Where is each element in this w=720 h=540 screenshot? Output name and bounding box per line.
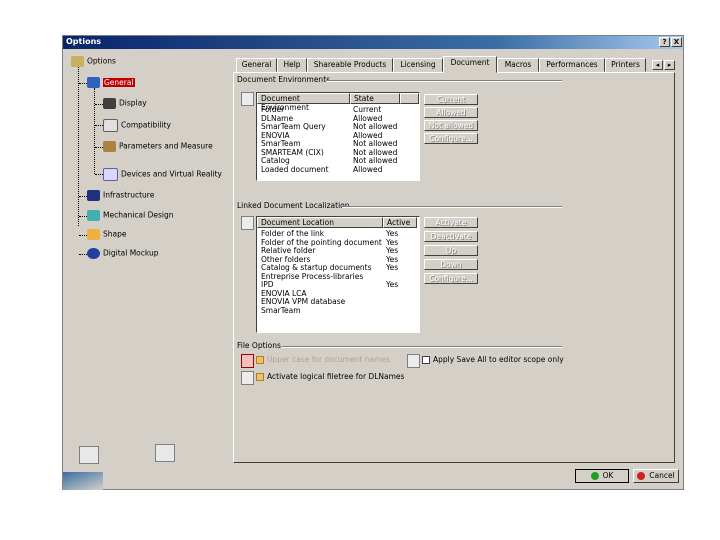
filetree-lock-icon[interactable] [241, 371, 254, 385]
options-icon [71, 56, 84, 67]
doc-env-col-header[interactable]: Document Environment [257, 93, 350, 112]
deactivate-button[interactable]: Deactivate [424, 231, 478, 242]
tree-reset-icon[interactable] [155, 444, 175, 462]
doc-env-list[interactable]: Document Environment State Folder Current… [256, 92, 420, 181]
linked-doc-list[interactable]: Document Location Active Folder of the l… [256, 216, 420, 333]
current-button[interactable]: Current [424, 94, 478, 105]
apply-save-label: Apply Save All to editor scope only [433, 355, 564, 364]
parameters-icon [103, 141, 116, 152]
activate-button[interactable]: Activate [424, 217, 478, 228]
tab-help[interactable]: Help [277, 58, 307, 72]
ok-button[interactable]: OK [575, 469, 629, 483]
tree-item-mechanical-design[interactable]: Mechanical Design [87, 210, 173, 221]
linked-doc-group-title: Linked Document Localization [237, 201, 350, 210]
doc-env-cell[interactable]: Allowed [353, 165, 382, 174]
tree-item-parameters[interactable]: Parameters and Measure [103, 141, 213, 152]
doc-env-group-title: Document Environments [237, 75, 331, 84]
infrastructure-icon [87, 190, 100, 201]
tab-macros[interactable]: Macros [497, 58, 539, 72]
devices-icon [103, 168, 118, 181]
doc-env-lock-icon[interactable] [241, 92, 254, 106]
upper-case-checkbox[interactable] [256, 356, 264, 364]
tab-performances[interactable]: Performances [539, 58, 605, 72]
upper-case-label: Upper case for document names [267, 355, 390, 364]
linked-doc-lock-icon[interactable] [241, 216, 254, 230]
linked-doc-cell[interactable]: SmarTeam [261, 306, 301, 315]
tab-scroll-right[interactable]: ▸ [664, 60, 675, 70]
tree-item-compatibility[interactable]: Compatibility [103, 119, 171, 132]
tree-item-infrastructure[interactable]: Infrastructure [87, 190, 154, 201]
doc-env-col-state[interactable]: State [350, 93, 400, 104]
cancel-icon [637, 472, 646, 480]
tree-item-digital-mockup[interactable]: Digital Mockup [87, 248, 159, 259]
ok-icon [590, 472, 599, 480]
tree-item-display[interactable]: Display [103, 98, 147, 109]
doc-env-cell[interactable]: Loaded document [261, 165, 329, 174]
tree-item-general[interactable]: General [87, 77, 135, 88]
tree-lock-icon[interactable] [79, 446, 99, 464]
filetree-checkbox[interactable] [256, 373, 264, 381]
down-button[interactable]: Down [424, 259, 478, 270]
tree-item-shape[interactable]: Shape [87, 229, 127, 240]
linked-doc-col-location[interactable]: Document Location [257, 217, 383, 228]
document-panel: Document Environments Document Environme… [233, 72, 675, 463]
digital-mockup-icon [87, 248, 100, 259]
configure-link-button[interactable]: Configure... [424, 273, 478, 284]
upper-case-lock-icon[interactable] [241, 354, 254, 368]
tab-licensing[interactable]: Licensing [393, 58, 443, 72]
tree-root[interactable]: Options [71, 56, 116, 67]
allowed-button[interactable]: Allowed [424, 107, 478, 118]
linked-doc-col-active[interactable]: Active [383, 217, 417, 228]
compatibility-icon [103, 119, 118, 132]
tab-shareable-products[interactable]: Shareable Products [307, 58, 393, 72]
cancel-button[interactable]: Cancel [633, 469, 679, 483]
tab-general[interactable]: General [236, 58, 277, 72]
configure-env-button[interactable]: Configure... [424, 133, 478, 144]
title-bar: Options ? X [63, 36, 683, 49]
linked-doc-cell[interactable]: Yes [386, 280, 398, 289]
mechanical-design-icon [87, 210, 100, 221]
linked-doc-cell[interactable]: Entreprise Process-libraries [261, 272, 363, 281]
options-tree: Options General Display Compatibility Pa… [67, 52, 227, 467]
tab-scroll-left[interactable]: ◂ [652, 60, 663, 70]
window-title: Options [66, 37, 102, 46]
tab-document[interactable]: Document [443, 56, 497, 73]
help-button[interactable]: ? [659, 37, 670, 47]
close-button[interactable]: X [671, 37, 682, 47]
linked-doc-cell[interactable]: Yes [386, 263, 398, 272]
tab-printers[interactable]: Printers [605, 58, 646, 72]
file-options-group-title: File Options [237, 341, 281, 350]
corner-logo [63, 472, 103, 490]
display-icon [103, 98, 116, 109]
filetree-label: Activate logical filetree for DLNames [267, 372, 405, 381]
up-button[interactable]: Up [424, 245, 478, 256]
tree-item-devices[interactable]: Devices and Virtual Reality [103, 168, 222, 181]
options-dialog: Options ? X Options General Display Comp… [62, 35, 684, 490]
apply-save-lock-icon[interactable] [407, 354, 420, 368]
apply-save-checkbox[interactable] [422, 356, 430, 364]
general-icon [87, 77, 100, 88]
shape-icon [87, 229, 100, 240]
not-allowed-button[interactable]: Not allowed [424, 120, 478, 131]
